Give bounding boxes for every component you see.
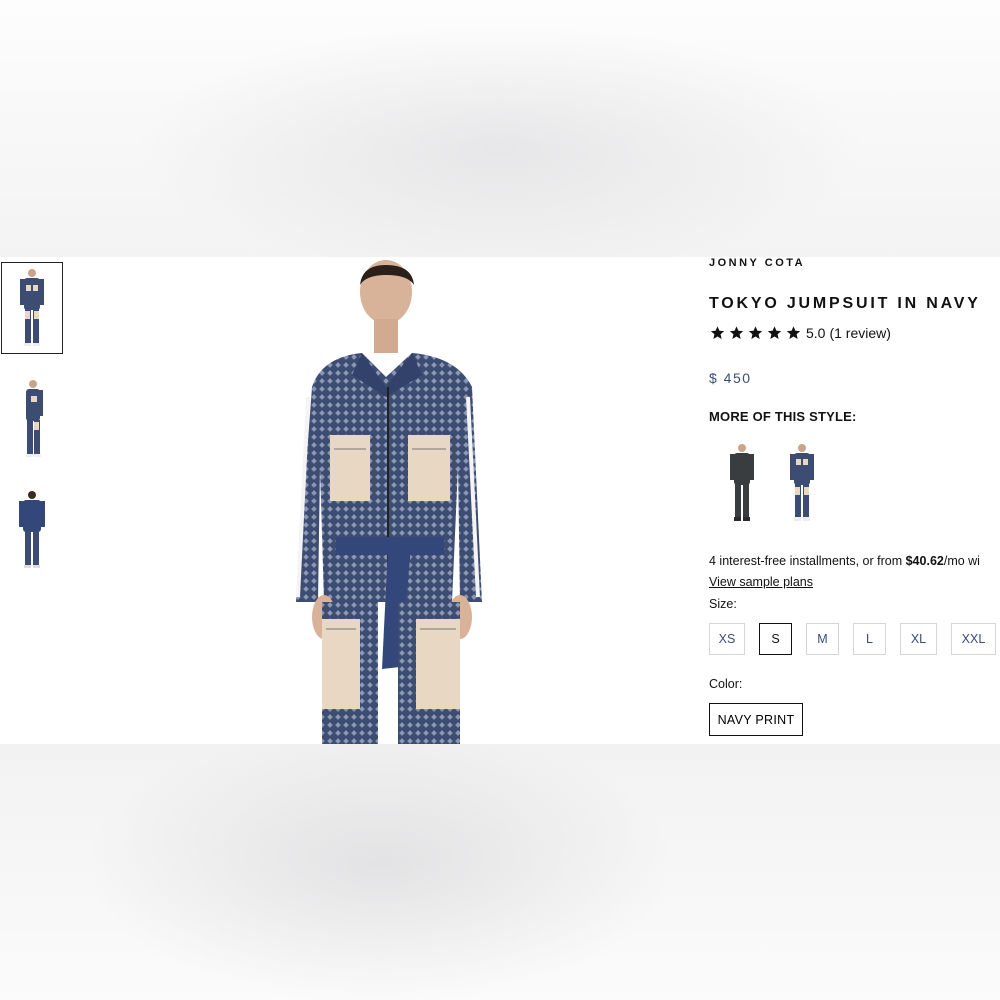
color-label: Color: — [709, 677, 743, 691]
installments-text: 4 interest-free installments, or from $4… — [709, 554, 980, 568]
star-icon — [786, 326, 801, 339]
size-option-xl[interactable]: XL — [900, 623, 937, 655]
product-details: JONNY COTA TOKYO JUMPSUIT IN NAVY 5.0 (1… — [709, 257, 1000, 744]
background-blur-bottom — [0, 744, 1000, 1000]
model-front-thumbnail-image — [20, 269, 44, 346]
product-title: TOKYO JUMPSUIT IN NAVY — [709, 295, 981, 312]
installments-suffix: /mo wi — [943, 554, 980, 568]
size-option-s[interactable]: S — [759, 623, 792, 655]
color-option-navy-print[interactable]: NAVY PRINT — [709, 703, 803, 736]
background-blur-top — [0, 0, 1000, 257]
product-page: JONNY COTA TOKYO JUMPSUIT IN NAVY 5.0 (1… — [0, 257, 1000, 744]
star-icon — [710, 326, 725, 339]
size-option-l[interactable]: L — [853, 623, 886, 655]
thumbnail-back[interactable] — [1, 484, 63, 576]
installments-prefix: 4 interest-free installments, or from — [709, 554, 906, 568]
style-swatch-charcoal[interactable] — [725, 441, 759, 525]
main-product-image[interactable] — [262, 257, 514, 744]
model-back-thumbnail-image — [19, 491, 45, 568]
model-charcoal-jumpsuit-image — [730, 444, 754, 521]
product-price: $ 450 — [709, 370, 752, 386]
star-icon — [767, 326, 782, 339]
size-label: Size: — [709, 597, 737, 611]
view-sample-plans-link[interactable]: View sample plans — [709, 575, 813, 589]
model-side-thumbnail-image — [26, 380, 43, 457]
star-icon — [748, 326, 763, 339]
model-wearing-jumpsuit-image — [296, 260, 482, 744]
rating-value: 5.0 — [806, 325, 826, 341]
size-option-xs[interactable]: XS — [709, 623, 745, 655]
review-count[interactable]: (1 review) — [829, 325, 890, 341]
thumbnail-side[interactable] — [1, 373, 63, 465]
rating-stars — [709, 325, 802, 341]
size-option-xxl[interactable]: XXL — [951, 623, 996, 655]
product-rating[interactable]: 5.0 (1 review) — [709, 325, 891, 341]
model-navy-jumpsuit-image — [790, 444, 814, 521]
brand-name[interactable]: JONNY COTA — [709, 257, 805, 269]
style-swatch-navy[interactable] — [785, 441, 819, 525]
star-icon — [729, 326, 744, 339]
installments-amount: $40.62 — [905, 554, 944, 568]
size-option-m[interactable]: M — [806, 623, 839, 655]
more-styles-heading: MORE OF THIS STYLE: — [709, 409, 857, 424]
thumbnail-front[interactable] — [1, 262, 63, 354]
